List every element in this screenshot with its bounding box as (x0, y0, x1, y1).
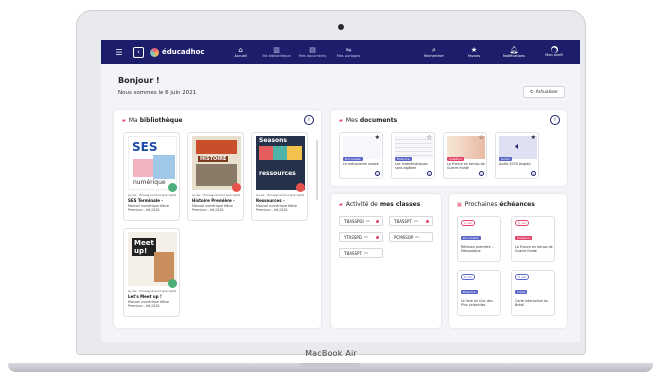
alert-dot (426, 220, 429, 223)
notifications-button[interactable]: 🔔︎ Notifications (494, 46, 534, 58)
book-cover: HISTOIRE (192, 136, 241, 190)
tab-library[interactable]: ▥ Ma bibliothèque (259, 46, 295, 58)
tab-home[interactable]: ⌂ Accueil (223, 46, 259, 58)
tab-shares[interactable]: ⇋ Mes partages (331, 46, 367, 58)
info-icon[interactable]: i (550, 115, 560, 125)
document-card[interactable]: 🔈︎ ★ Audio Audio 2070 Anglais i (495, 132, 539, 179)
book-card[interactable]: SES numérique Lycée · Enseignement spéci… (123, 132, 180, 221)
documents-title: ▰ Mes documents (339, 117, 398, 124)
audio-icon: 🔈︎ (515, 142, 521, 152)
share-icon: ⇋ (345, 46, 352, 54)
date-text: Nous sommes le 6 juin 2021 (118, 90, 197, 96)
star-filled-icon[interactable]: ★ (531, 134, 536, 141)
device-label: MacBook Air (305, 349, 357, 358)
library-panel: ▰ Ma bibliothèque i SES numérique Lycée … (114, 110, 321, 328)
new-badge-icon (296, 183, 305, 192)
library-icon: ▥ (273, 46, 280, 54)
info-icon[interactable]: i (479, 171, 484, 176)
brand-logo[interactable]: éducadhoc (150, 47, 205, 57)
search-icon: ⌕ (432, 46, 436, 54)
laptop-notch (300, 363, 360, 367)
book-card[interactable]: Seasons ressources Lycée · Enseignement … (251, 132, 308, 221)
library-icon: ▰ (122, 117, 126, 124)
class-card[interactable]: TBASSPT 03 (389, 216, 433, 226)
calendar-icon: ▦ (457, 201, 462, 208)
favorites-button[interactable]: ★ Favoris (454, 46, 494, 58)
deadlines-panel: ▦ Prochaines échéances 2 juin Document R… (449, 194, 567, 328)
info-icon[interactable]: i (531, 171, 536, 176)
library-title: ▰ Ma bibliothèque (122, 117, 183, 124)
document-card[interactable]: ★ Document Le mécanisme solaire i (339, 132, 383, 179)
tab-documents[interactable]: ▤ Mes documents (295, 46, 331, 58)
refresh-button[interactable]: ↻ Actualiser (523, 86, 565, 98)
greeting: Bonjour ! (118, 76, 160, 85)
logo-icon (150, 47, 159, 57)
alert-dot (376, 236, 379, 239)
deadline-card[interactable]: 5 juin Création La France en temps de Gu… (511, 216, 555, 262)
check-badge-icon (168, 279, 177, 288)
search-button[interactable]: ⌕ Rechercher (414, 46, 454, 58)
deadline-card[interactable]: 2 juin Document Révision première – Méso… (457, 216, 501, 262)
star-icon: ★ (470, 46, 478, 54)
profile-button[interactable]: ● Mon profil (534, 46, 574, 58)
menu-icon[interactable]: ☰ (111, 48, 127, 57)
home-icon: ⌂ (238, 46, 243, 54)
document-card[interactable]: ☆ Création La France en temps de Guerre … (443, 132, 487, 179)
class-card[interactable]: TBASSPT 03 (339, 248, 383, 258)
book-cover: Meet up! (128, 232, 177, 286)
class-card[interactable]: YTASSPD 03 (339, 232, 383, 242)
camera (338, 24, 344, 30)
info-icon[interactable]: i (375, 171, 380, 176)
app-screen: ☰ ‹ éducadhoc ⌂ Accueil ▥ Ma bibliothèqu… (101, 40, 580, 342)
info-icon[interactable]: i (304, 115, 314, 125)
class-card[interactable]: PCMSSOP 03 (389, 232, 433, 242)
star-filled-icon[interactable]: ★ (375, 134, 380, 141)
classes-title: ▰ Activité de mes classes (339, 201, 421, 208)
book-cover: SES numérique (128, 136, 177, 190)
user-icon: ● (550, 46, 558, 54)
book-cover: Seasons ressources (256, 136, 305, 190)
info-icon[interactable]: i (427, 171, 432, 176)
back-icon[interactable]: ‹ (133, 46, 144, 58)
document-card[interactable]: ☆ Exercice Les mathématiques sans algèbr… (391, 132, 435, 179)
star-outline-icon[interactable]: ☆ (479, 134, 484, 141)
documents-panel: ▰ Mes documents i ★ Document Le mécanism… (331, 110, 567, 186)
new-badge-icon (232, 183, 241, 192)
documents-icon: ▤ (309, 46, 316, 54)
deadlines-title: ▦ Prochaines échéances (457, 201, 535, 208)
brand-name: éducadhoc (162, 48, 205, 56)
laptop-mockup: MacBook Air ☰ ‹ éducadhoc ⌂ Accueil ▥ Ma… (0, 0, 661, 380)
classes-panel: ▰ Activité de mes classes TBASSPDI 03 TBA… (331, 194, 441, 328)
scrollbar[interactable] (316, 140, 318, 200)
bell-icon: 🔔︎ (509, 46, 519, 54)
book-card[interactable]: HISTOIRE Lycée · Enseignement spécialité… (187, 132, 244, 221)
deadline-card[interactable]: 8 juin Exercice Le livre du Duc des Plus… (457, 270, 501, 316)
alert-dot (376, 220, 379, 223)
book-card[interactable]: Meet up! Lycée · Enseignement spécialité… (123, 228, 180, 317)
classes-icon: ▰ (339, 201, 343, 208)
top-navigation: ☰ ‹ éducadhoc ⌂ Accueil ▥ Ma bibliothèqu… (101, 40, 580, 64)
deadline-card[interactable]: 9 juin Carte Carte interactive du Brésil (511, 270, 555, 316)
class-card[interactable]: TBASSPDI 03 (339, 216, 383, 226)
check-badge-icon (168, 183, 177, 192)
refresh-icon: ↻ (529, 89, 534, 95)
documents-icon: ▰ (339, 117, 343, 124)
star-outline-icon[interactable]: ☆ (427, 134, 432, 141)
